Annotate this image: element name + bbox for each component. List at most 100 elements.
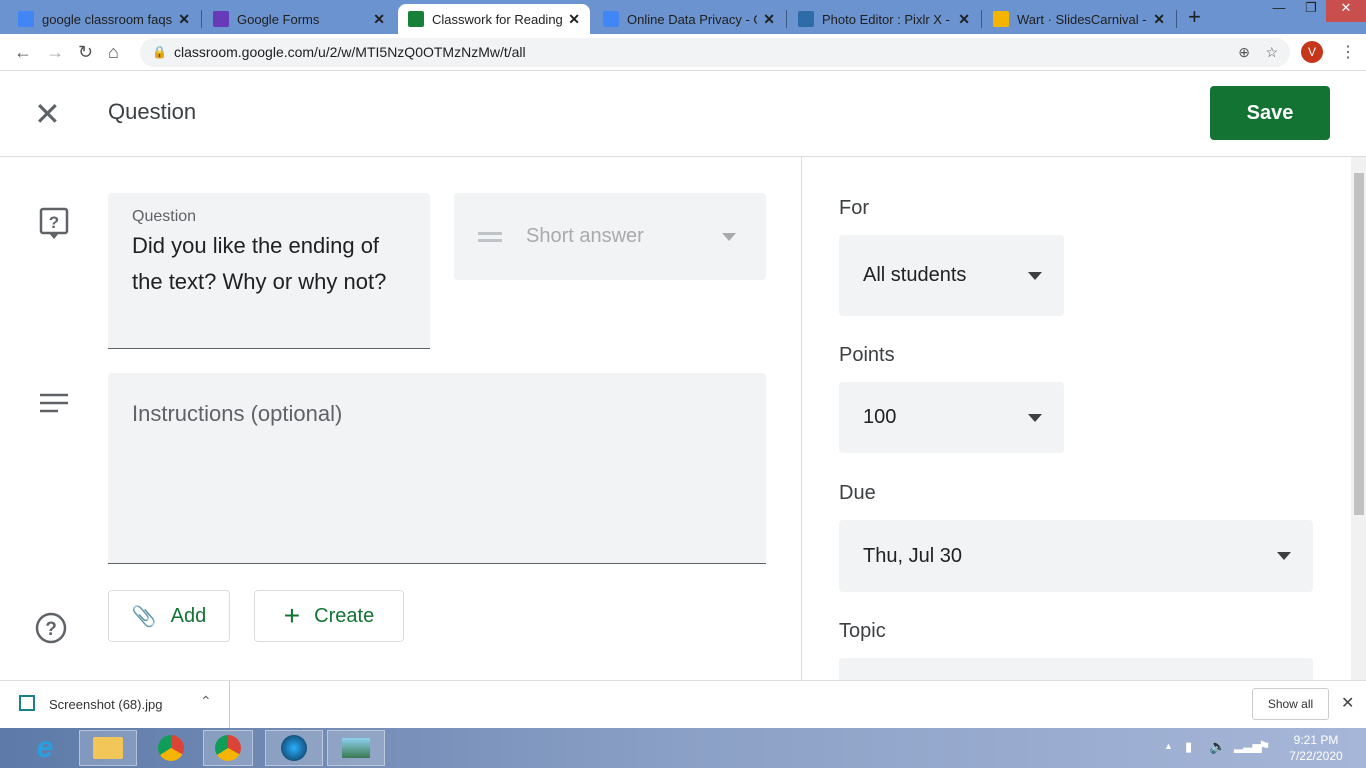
tab-title: Wart · SlidesCarnival - Go bbox=[1017, 11, 1147, 27]
question-text: Did you like the ending of the text? Why… bbox=[132, 233, 387, 294]
clock[interactable]: 9:21 PM 7/22/2020 bbox=[1286, 732, 1346, 764]
home-icon[interactable]: ⌂ bbox=[108, 42, 119, 63]
battery-icon[interactable]: ▮ bbox=[1185, 739, 1192, 755]
instructions-icon bbox=[40, 393, 68, 413]
instructions-input[interactable]: Instructions (optional) bbox=[108, 373, 766, 564]
address-bar[interactable]: 🔒 classroom.google.com/u/2/w/MTI5NzQ0OTM… bbox=[140, 38, 1290, 67]
internet-explorer-icon[interactable]: e bbox=[16, 730, 74, 766]
chevron-down-icon bbox=[1028, 271, 1042, 280]
download-item[interactable]: Screenshot (68).jpg ⌃ bbox=[0, 681, 230, 728]
tab-title: Photo Editor : Pixlr X - fre bbox=[822, 11, 952, 27]
tab[interactable]: Classwork for Reading 10 ✕ bbox=[398, 4, 590, 34]
clock-date: 7/22/2020 bbox=[1289, 749, 1343, 763]
topic-label: Topic bbox=[839, 620, 886, 642]
settings-panel: For All students Points 100 Due Thu, Jul… bbox=[803, 157, 1351, 680]
menu-kebab-icon[interactable]: ⋮ bbox=[1340, 42, 1356, 62]
app-icon[interactable] bbox=[265, 730, 323, 766]
toolbar: ← → ↻ ⌂ 🔒 classroom.google.com/u/2/w/MTI… bbox=[0, 34, 1366, 71]
tab-title: google classroom faqs a bbox=[42, 11, 173, 27]
tab-close-icon[interactable]: ✕ bbox=[568, 11, 580, 28]
points-label: Points bbox=[839, 344, 895, 366]
chevron-down-icon bbox=[722, 232, 736, 241]
for-value: All students bbox=[863, 264, 967, 286]
chevron-up-icon[interactable]: ⌃ bbox=[200, 693, 212, 710]
bookmark-star-icon[interactable]: ☆ bbox=[1265, 38, 1278, 67]
svg-text:?: ? bbox=[49, 213, 59, 232]
tab-strip: google classroom faqs a ✕ Google Forms ✕ Cla… bbox=[0, 0, 1366, 34]
tab-title: Classwork for Reading 10 bbox=[432, 11, 563, 27]
create-button[interactable]: + Create bbox=[254, 590, 404, 642]
download-bar: Screenshot (68).jpg ⌃ Show all ✕ bbox=[0, 680, 1366, 728]
forward-icon[interactable]: → bbox=[46, 42, 64, 63]
tab-title: Online Data Privacy - Go bbox=[627, 11, 758, 27]
due-value: Thu, Jul 30 bbox=[863, 544, 962, 567]
short-answer-icon bbox=[478, 231, 502, 242]
taskbar: e ▲ ▮ 🔉 ▂▃▅ ⚑ 9:21 PM 7/22/2020 bbox=[0, 728, 1366, 768]
zoom-icon[interactable]: ⊕ bbox=[1238, 38, 1250, 67]
topic-dropdown[interactable] bbox=[839, 658, 1313, 680]
save-button[interactable]: Save bbox=[1210, 86, 1330, 140]
add-button[interactable]: 📎 Add bbox=[108, 590, 230, 642]
tab-separator bbox=[981, 10, 982, 28]
favicon-icon bbox=[798, 11, 814, 27]
window-close-button[interactable]: ✕ bbox=[1326, 0, 1366, 22]
favicon-icon bbox=[213, 11, 229, 27]
favicon-icon bbox=[993, 11, 1009, 27]
file-explorer-icon[interactable] bbox=[79, 730, 137, 766]
tab-title: Google Forms bbox=[237, 11, 320, 27]
tab-close-icon[interactable]: ✕ bbox=[958, 11, 970, 28]
points-value: 100 bbox=[863, 406, 897, 428]
tab-close-icon[interactable]: ✕ bbox=[763, 11, 775, 28]
back-icon[interactable]: ← bbox=[14, 42, 32, 63]
due-dropdown[interactable]: Thu, Jul 30 bbox=[839, 520, 1313, 592]
close-download-bar-icon[interactable]: ✕ bbox=[1341, 693, 1354, 713]
download-filename: Screenshot (68).jpg bbox=[49, 697, 163, 712]
tab-close-icon[interactable]: ✕ bbox=[1153, 11, 1165, 28]
favicon-icon bbox=[408, 11, 424, 27]
chrome-profile-icon[interactable] bbox=[203, 730, 253, 766]
profile-avatar[interactable]: V bbox=[1301, 41, 1323, 63]
minimize-button[interactable]: — bbox=[1262, 0, 1296, 22]
show-all-button[interactable]: Show all bbox=[1252, 688, 1329, 720]
for-dropdown[interactable]: All students bbox=[839, 235, 1064, 316]
for-label: For bbox=[839, 197, 869, 219]
tab[interactable]: Google Forms ✕ bbox=[203, 4, 395, 34]
help-icon[interactable]: ? bbox=[35, 612, 67, 644]
paperclip-icon: 📎 bbox=[131, 605, 157, 628]
question-label: Question bbox=[132, 208, 197, 225]
scrollbar[interactable] bbox=[1351, 157, 1366, 680]
add-label: Add bbox=[170, 604, 207, 627]
favicon-icon bbox=[18, 11, 34, 27]
scrollbar-thumb[interactable] bbox=[1354, 173, 1364, 515]
tab[interactable]: Online Data Privacy - Go ✕ bbox=[593, 4, 785, 34]
question-icon: ? bbox=[39, 207, 69, 239]
tab-separator bbox=[201, 10, 202, 28]
tab[interactable]: google classroom faqs a ✕ bbox=[8, 4, 200, 34]
question-editor: ? Question Did you like the ending of th… bbox=[0, 157, 802, 680]
due-label: Due bbox=[839, 482, 876, 504]
volume-icon[interactable]: 🔉 bbox=[1209, 738, 1226, 755]
tab[interactable]: Wart · SlidesCarnival - Go ✕ bbox=[983, 4, 1175, 34]
reload-icon[interactable]: ↻ bbox=[78, 42, 93, 63]
url-text: classroom.google.com/u/2/w/MTI5NzQ0OTMzN… bbox=[174, 44, 526, 60]
tab-close-icon[interactable]: ✕ bbox=[178, 11, 190, 28]
chrome-icon[interactable] bbox=[142, 730, 200, 766]
tab-separator bbox=[786, 10, 787, 28]
tab-close-icon[interactable]: ✕ bbox=[373, 11, 385, 28]
restore-button[interactable]: ❐ bbox=[1296, 0, 1326, 22]
image-file-icon bbox=[19, 695, 35, 711]
new-tab-button[interactable]: + bbox=[1188, 4, 1201, 30]
photos-icon[interactable] bbox=[327, 730, 385, 766]
close-icon[interactable]: ✕ bbox=[34, 95, 61, 133]
tab[interactable]: Photo Editor : Pixlr X - fre ✕ bbox=[788, 4, 980, 34]
chevron-down-icon bbox=[1277, 552, 1291, 560]
question-input[interactable]: Question Did you like the ending of the … bbox=[108, 193, 430, 349]
points-dropdown[interactable]: 100 bbox=[839, 382, 1064, 453]
page-title: Question bbox=[108, 99, 197, 124]
answer-type-dropdown[interactable]: Short answer bbox=[454, 193, 766, 280]
answer-type-value: Short answer bbox=[526, 225, 644, 247]
action-center-flag-icon[interactable]: ⚑ bbox=[1258, 738, 1271, 755]
clock-time: 9:21 PM bbox=[1293, 733, 1339, 747]
svg-text:?: ? bbox=[45, 619, 57, 640]
tray-expand-icon[interactable]: ▲ bbox=[1164, 741, 1173, 751]
